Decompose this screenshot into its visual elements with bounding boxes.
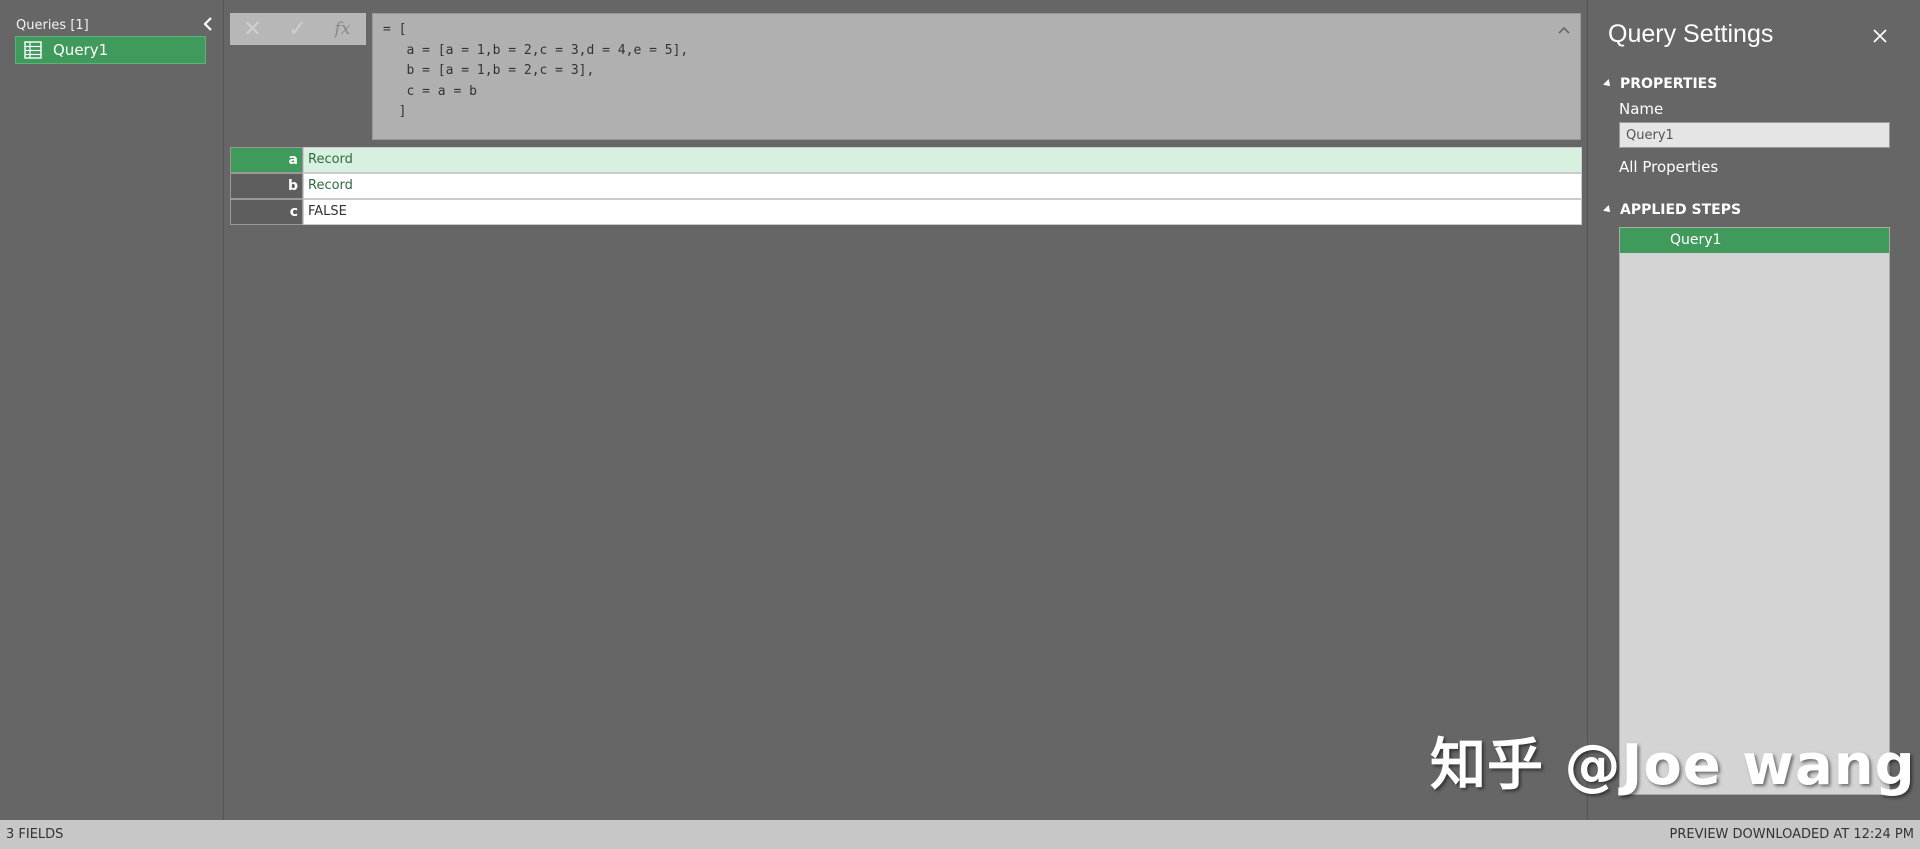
- preview-status: PREVIEW DOWNLOADED AT 12:24 PM: [1669, 827, 1915, 842]
- fx-icon[interactable]: fx: [320, 13, 365, 45]
- table-row[interactable]: b Record: [230, 173, 1582, 199]
- row-value: FALSE: [303, 199, 1582, 225]
- table-icon: [24, 41, 42, 59]
- field-count: 3 FIELDS: [6, 827, 64, 842]
- query-settings-pane: Query Settings PROPERTIES Name All Prope…: [1587, 0, 1920, 820]
- formula-buttons: ✕ ✓ fx: [230, 13, 366, 45]
- name-field[interactable]: [1619, 122, 1890, 148]
- query-item-query1[interactable]: Query1: [15, 36, 206, 64]
- properties-heading-label: PROPERTIES: [1620, 76, 1718, 92]
- settings-title: Query Settings: [1608, 20, 1774, 48]
- status-bar: 3 FIELDS PREVIEW DOWNLOADED AT 12:24 PM: [0, 820, 1920, 849]
- all-properties-link[interactable]: All Properties: [1619, 158, 1718, 176]
- step-item-query1[interactable]: Query1: [1620, 228, 1889, 253]
- row-key: b: [230, 173, 303, 199]
- collapse-formula-icon[interactable]: [1556, 22, 1572, 38]
- close-icon[interactable]: [1871, 27, 1889, 45]
- collapse-triangle-icon: [1603, 79, 1613, 89]
- applied-steps-heading-label: APPLIED STEPS: [1620, 202, 1742, 218]
- record-link[interactable]: Record: [303, 173, 1582, 199]
- row-key: a: [230, 147, 303, 173]
- table-row[interactable]: c FALSE: [230, 199, 1582, 225]
- table-row[interactable]: a Record: [230, 147, 1582, 173]
- commit-formula-icon[interactable]: ✓: [275, 13, 320, 45]
- watermark: 知乎 @Joe wang: [1430, 733, 1916, 798]
- row-key: c: [230, 199, 303, 225]
- applied-steps-heading[interactable]: APPLIED STEPS: [1603, 202, 1742, 218]
- query-item-label: Query1: [53, 41, 109, 59]
- cancel-formula-icon[interactable]: ✕: [230, 13, 275, 45]
- applied-steps-list: Query1: [1619, 227, 1890, 795]
- formula-text[interactable]: = [ a = [a = 1,b = 2,c = 3,d = 4,e = 5],…: [383, 20, 688, 123]
- queries-pane: Queries [1] Query1: [0, 0, 224, 820]
- collapse-triangle-icon: [1603, 205, 1613, 215]
- name-label: Name: [1619, 100, 1664, 118]
- record-table: a Record b Record c FALSE: [230, 147, 1582, 225]
- properties-heading[interactable]: PROPERTIES: [1603, 76, 1718, 92]
- record-link[interactable]: Record: [303, 147, 1582, 173]
- collapse-queries-icon[interactable]: [198, 14, 218, 34]
- queries-header: Queries [1]: [16, 18, 89, 33]
- formula-editor[interactable]: = [ a = [a = 1,b = 2,c = 3,d = 4,e = 5],…: [372, 13, 1581, 140]
